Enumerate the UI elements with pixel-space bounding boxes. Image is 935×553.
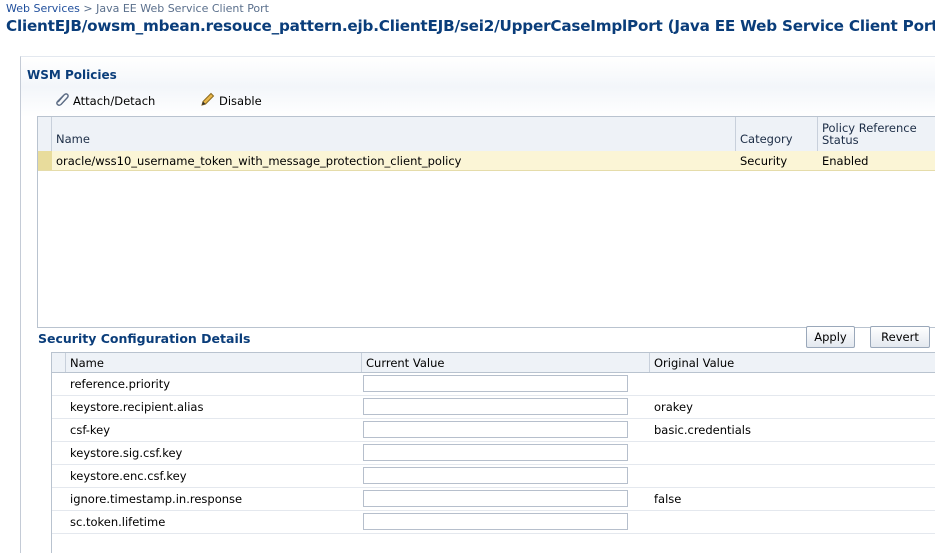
- property-name: keystore.recipient.alias: [70, 399, 204, 414]
- column-header-policy-reference-status[interactable]: Policy Reference Status: [818, 117, 935, 151]
- original-value: [650, 372, 935, 395]
- current-value-input[interactable]: [363, 444, 628, 461]
- row-selector-header: [52, 353, 66, 372]
- property-name: reference.priority: [70, 376, 171, 391]
- original-value: orakey: [654, 399, 693, 414]
- paperclip-icon: [54, 92, 70, 109]
- column-header-name: Name: [66, 353, 362, 372]
- column-header-category[interactable]: Category: [736, 117, 818, 151]
- attach-detach-label: Attach/Detach: [73, 93, 156, 108]
- policy-status-cell: Enabled: [822, 153, 869, 168]
- property-name: ignore.timestamp.in.response: [70, 491, 243, 506]
- column-header-current-value: Current Value: [362, 353, 650, 372]
- apply-button[interactable]: Apply: [806, 326, 855, 348]
- page-title: ClientEJB/owsm_mbean.resouce_pattern.ejb…: [6, 17, 935, 35]
- row-selector[interactable]: [38, 151, 52, 170]
- breadcrumb: Web Services > Java EE Web Service Clien…: [6, 2, 269, 15]
- status-header-line2: Status: [822, 133, 859, 147]
- security-config-heading: Security Configuration Details: [38, 331, 251, 346]
- current-value-input[interactable]: [363, 421, 628, 438]
- wsm-policies-header-row: Name Category Policy Reference Status: [38, 117, 935, 152]
- wsm-policies-heading: WSM Policies: [27, 68, 117, 82]
- security-config-header-row: Name Current Value Original Value: [52, 353, 935, 373]
- original-value: [650, 441, 935, 464]
- current-value-input[interactable]: [363, 513, 628, 530]
- wsm-policies-table: Name Category Policy Reference Status or…: [37, 116, 935, 328]
- column-header-original-value: Original Value: [654, 355, 735, 370]
- property-name: sc.token.lifetime: [70, 514, 166, 529]
- attach-detach-button[interactable]: Attach/Detach: [54, 92, 155, 109]
- table-row: sc.token.lifetime: [52, 510, 935, 534]
- current-value-input[interactable]: [363, 398, 628, 415]
- current-value-input[interactable]: [363, 375, 628, 392]
- property-name: keystore.sig.csf.key: [70, 445, 183, 460]
- revert-button[interactable]: Revert: [870, 326, 930, 348]
- original-value: [650, 464, 935, 487]
- current-value-input[interactable]: [363, 467, 628, 484]
- table-row: ignore.timestamp.in.response false: [52, 487, 935, 511]
- original-value: false: [654, 491, 682, 506]
- table-row: keystore.recipient.alias orakey: [52, 395, 935, 419]
- breadcrumb-separator: >: [79, 2, 97, 15]
- table-row: reference.priority: [52, 372, 935, 396]
- breadcrumb-current: Java EE Web Service Client Port: [96, 2, 269, 15]
- policy-category-cell: Security: [740, 153, 788, 168]
- table-row: keystore.enc.csf.key: [52, 464, 935, 488]
- disable-button[interactable]: Disable: [200, 92, 262, 109]
- pencil-icon: [200, 92, 216, 109]
- property-name: csf-key: [70, 422, 111, 437]
- breadcrumb-link-web-services[interactable]: Web Services: [6, 2, 80, 15]
- current-value-input[interactable]: [363, 490, 628, 507]
- disable-label: Disable: [219, 93, 262, 108]
- table-row: csf-key basic.credentials: [52, 418, 935, 442]
- column-header-name[interactable]: Name: [52, 117, 736, 151]
- security-config-table: Name Current Value Original Value refere…: [51, 352, 935, 553]
- row-selector-header: [38, 117, 52, 151]
- policy-name-cell: oracle/wss10_username_token_with_message…: [56, 153, 462, 168]
- property-name: keystore.enc.csf.key: [70, 468, 187, 483]
- table-row[interactable]: oracle/wss10_username_token_with_message…: [38, 151, 935, 171]
- original-value: basic.credentials: [654, 422, 751, 437]
- table-row: keystore.sig.csf.key: [52, 441, 935, 465]
- original-value: [650, 510, 935, 533]
